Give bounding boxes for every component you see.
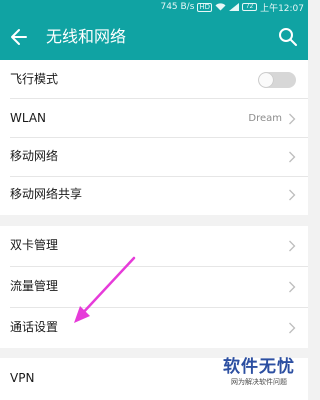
arrow-left-icon[interactable] bbox=[9, 26, 29, 48]
watermark-title: 软件无忧 bbox=[223, 357, 295, 377]
tethering-label: 移动网络共享 bbox=[10, 187, 83, 201]
chevron-right-icon bbox=[289, 322, 296, 334]
mobile-network-row[interactable]: 移动网络 bbox=[0, 137, 308, 177]
battery-level: 72 bbox=[245, 3, 254, 10]
settings-group-sim: 双卡管理 流量管理 通话设置 bbox=[0, 226, 308, 348]
hd-badge: HD bbox=[197, 2, 213, 12]
page-title: 无线和网络 bbox=[46, 27, 127, 46]
clock: 上午12:07 bbox=[260, 3, 304, 14]
wlan-value: Dream bbox=[248, 113, 282, 124]
status-bar: 745 B/s HD 72 上午12:07 bbox=[0, 0, 308, 14]
vpn-label: VPN bbox=[10, 371, 35, 385]
wlan-row[interactable]: WLAN Dream bbox=[0, 99, 308, 139]
airplane-mode-row[interactable]: 飞行模式 bbox=[0, 60, 308, 100]
app-bar: 无线和网络 bbox=[0, 14, 308, 60]
mobile-network-label: 移动网络 bbox=[10, 149, 59, 163]
search-icon[interactable] bbox=[277, 26, 299, 48]
call-settings-label: 通话设置 bbox=[10, 320, 59, 334]
wlan-label: WLAN bbox=[10, 111, 47, 125]
chevron-right-icon bbox=[289, 113, 296, 125]
tethering-row[interactable]: 移动网络共享 bbox=[0, 175, 308, 215]
chevron-right-icon bbox=[289, 281, 296, 293]
data-usage-row[interactable]: 流量管理 bbox=[0, 267, 308, 307]
airplane-mode-toggle[interactable] bbox=[258, 72, 296, 88]
toggle-knob bbox=[259, 73, 273, 87]
settings-group-network: 飞行模式 WLAN Dream 移动网络 移动网络共享 bbox=[0, 60, 308, 215]
chevron-right-icon bbox=[289, 189, 296, 201]
dual-sim-label: 双卡管理 bbox=[10, 238, 59, 252]
data-usage-label: 流量管理 bbox=[10, 279, 59, 293]
chevron-right-icon bbox=[289, 240, 296, 252]
watermark-subtitle: 网为解决软件问题 bbox=[231, 378, 287, 386]
battery-icon: 72 bbox=[242, 3, 258, 11]
airplane-mode-label: 飞行模式 bbox=[10, 72, 59, 86]
signal-icon bbox=[229, 3, 240, 11]
dual-sim-row[interactable]: 双卡管理 bbox=[0, 226, 308, 266]
network-speed: 745 B/s bbox=[160, 2, 195, 12]
call-settings-row[interactable]: 通话设置 bbox=[0, 308, 308, 348]
watermark-logo: 软件无忧 网为解决软件问题 bbox=[212, 356, 306, 398]
wifi-icon bbox=[215, 3, 226, 11]
chevron-right-icon bbox=[289, 151, 296, 163]
